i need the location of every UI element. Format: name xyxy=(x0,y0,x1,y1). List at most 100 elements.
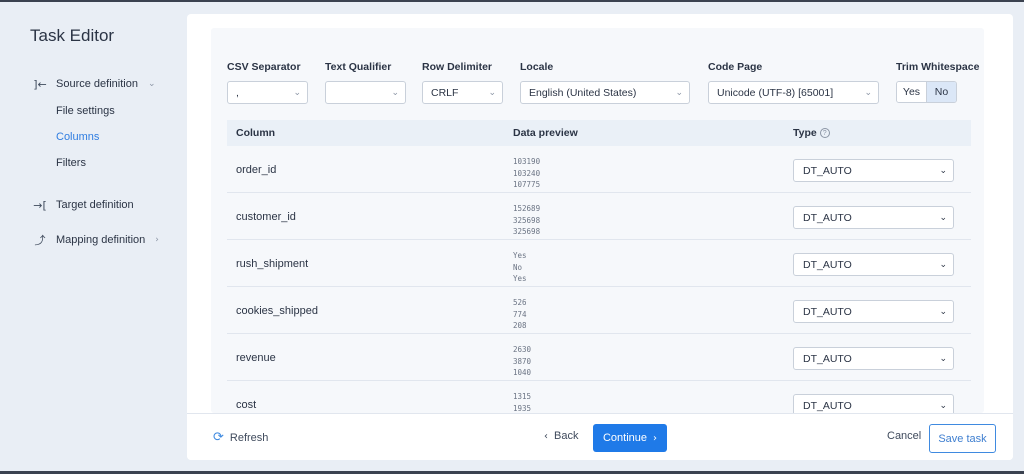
sidebar-item-mapping-definition[interactable]: ⤴ Mapping definition › xyxy=(32,231,159,249)
trim-whitespace-label: Trim Whitespace xyxy=(896,61,980,73)
preview-value: 152689 xyxy=(513,204,541,213)
row-delimiter-field: Row Delimiter CRLF ⌄ xyxy=(422,61,503,104)
preview-value: 103190 xyxy=(513,157,541,166)
type-select[interactable]: DT_AUTO ⌄ xyxy=(793,206,954,229)
code-page-select[interactable]: Unicode (UTF-8) [65001] ⌄ xyxy=(708,81,879,104)
save-task-button[interactable]: Save task xyxy=(929,424,996,453)
footer-bar: ⟳ Refresh ‹ Back Continue › Cancel Save … xyxy=(187,413,1013,460)
code-page-field: Code Page Unicode (UTF-8) [65001] ⌄ xyxy=(708,61,879,104)
sidebar-subitem-columns[interactable]: Columns xyxy=(56,131,99,143)
chevron-down-icon: ⌄ xyxy=(939,212,947,223)
row-delimiter-label: Row Delimiter xyxy=(422,61,493,73)
preview-value: 2630 xyxy=(513,345,532,354)
locale-field: Locale English (United States) ⌄ xyxy=(520,61,690,104)
preview-value: 325698 xyxy=(513,227,541,236)
preview-value: 1935 xyxy=(513,403,532,413)
type-value: DT_AUTO xyxy=(803,211,852,224)
column-name: cookies_shipped xyxy=(236,304,318,317)
text-qualifier-select[interactable]: ⌄ xyxy=(325,81,406,104)
type-value: DT_AUTO xyxy=(803,164,852,177)
data-preview: 1315 1935 xyxy=(513,391,531,413)
text-qualifier-label: Text Qualifier xyxy=(325,61,392,73)
type-select[interactable]: DT_AUTO ⌄ xyxy=(793,300,954,323)
preview-value: Yes xyxy=(513,251,527,260)
main-panel: CSV Separator , ⌄ Text Qualifier ⌄ Row D… xyxy=(187,14,1013,460)
trim-whitespace-no-option[interactable]: No xyxy=(927,82,956,102)
sidebar-item-target-definition[interactable]: →[ Target definition xyxy=(32,196,134,214)
chevron-right-icon: › xyxy=(155,235,159,245)
csv-separator-field: CSV Separator , ⌄ xyxy=(227,61,308,104)
csv-separator-select[interactable]: , ⌄ xyxy=(227,81,308,104)
back-label: Back xyxy=(554,430,579,442)
cancel-button[interactable]: Cancel xyxy=(887,430,921,442)
type-value: DT_AUTO xyxy=(803,258,852,271)
column-name: revenue xyxy=(236,351,276,364)
table-row: rush_shipment Yes No Yes DT_AUTO ⌄ xyxy=(227,240,971,287)
column-name: customer_id xyxy=(236,210,296,223)
help-icon[interactable]: ? xyxy=(819,128,830,138)
type-header-label: Type xyxy=(793,127,817,139)
column-name: cost xyxy=(236,398,257,411)
data-preview: 103190 103240 107775 xyxy=(513,156,540,191)
column-name: order_id xyxy=(236,163,277,176)
preview-value: Yes xyxy=(513,274,527,283)
data-preview: Yes No Yes xyxy=(513,250,527,285)
table-row: order_id 103190 103240 107775 DT_AUTO ⌄ xyxy=(227,146,971,193)
type-value: DT_AUTO xyxy=(803,399,852,412)
trim-whitespace-toggle: Yes No xyxy=(896,81,957,103)
preview-value: No xyxy=(513,262,523,272)
preview-value: 774 xyxy=(513,309,527,319)
type-select[interactable]: DT_AUTO ⌄ xyxy=(793,347,954,370)
chevron-down-icon: ⌄ xyxy=(391,87,399,98)
column-name: rush_shipment xyxy=(236,257,309,270)
preview-header: Data preview xyxy=(513,127,578,139)
continue-label: Continue xyxy=(602,432,648,444)
target-icon: →[ xyxy=(33,198,47,212)
preview-value: 1040 xyxy=(513,368,532,377)
trim-whitespace-yes-option[interactable]: Yes xyxy=(897,82,927,102)
data-preview: 2630 3870 1040 xyxy=(513,344,531,379)
type-value: DT_AUTO xyxy=(803,352,852,365)
refresh-icon: ⟳ xyxy=(213,430,224,445)
sidebar-subitem-filters[interactable]: Filters xyxy=(56,157,86,169)
table-row: cookies_shipped 526 774 208 DT_AUTO ⌄ xyxy=(227,287,971,334)
refresh-button[interactable]: ⟳ Refresh xyxy=(213,430,268,445)
columns-table-header: Column Data preview Type ? xyxy=(227,120,971,146)
type-select[interactable]: DT_AUTO ⌄ xyxy=(793,394,954,413)
locale-select[interactable]: English (United States) ⌄ xyxy=(520,81,690,104)
table-row: customer_id 152689 325698 325698 DT_AUTO… xyxy=(227,193,971,240)
table-row: cost 1315 1935 DT_AUTO ⌄ xyxy=(227,381,971,413)
preview-value: 526 xyxy=(513,298,527,307)
chevron-down-icon: ⌄ xyxy=(864,87,872,98)
column-header: Column xyxy=(236,127,276,139)
csv-separator-value: , xyxy=(236,86,239,99)
type-select[interactable]: DT_AUTO ⌄ xyxy=(793,159,954,182)
chevron-right-icon: › xyxy=(653,432,658,444)
type-select[interactable]: DT_AUTO ⌄ xyxy=(793,253,954,276)
chevron-down-icon: ⌄ xyxy=(939,400,947,411)
back-button[interactable]: ‹ Back xyxy=(544,430,578,442)
sidebar-item-label: Source definition xyxy=(56,78,138,90)
sidebar-item-label: Target definition xyxy=(56,199,134,211)
locale-value: English (United States) xyxy=(529,86,637,99)
sidebar: Task Editor ]← Source definition ⌄ File … xyxy=(0,2,186,471)
preview-value: 3870 xyxy=(513,356,532,366)
continue-button[interactable]: Continue › xyxy=(593,424,667,452)
trim-whitespace-field: Trim Whitespace Yes No xyxy=(896,61,980,103)
row-delimiter-select[interactable]: CRLF ⌄ xyxy=(422,81,503,104)
preview-value: 107775 xyxy=(513,180,541,189)
chevron-down-icon: ⌄ xyxy=(488,87,496,98)
data-preview: 526 774 208 xyxy=(513,297,527,332)
data-preview: 152689 325698 325698 xyxy=(513,203,540,238)
refresh-label: Refresh xyxy=(229,431,269,444)
preview-value: 103240 xyxy=(513,168,541,178)
source-icon: ]← xyxy=(33,77,47,91)
chevron-down-icon: ⌄ xyxy=(939,259,947,270)
chevron-down-icon: ⌄ xyxy=(939,353,947,364)
text-qualifier-field: Text Qualifier ⌄ xyxy=(325,61,406,104)
code-page-label: Code Page xyxy=(708,61,763,73)
sidebar-item-source-definition[interactable]: ]← Source definition ⌄ xyxy=(32,75,155,93)
csv-separator-label: CSV Separator xyxy=(227,61,301,73)
type-value: DT_AUTO xyxy=(803,305,852,318)
sidebar-subitem-file-settings[interactable]: File settings xyxy=(56,105,115,117)
